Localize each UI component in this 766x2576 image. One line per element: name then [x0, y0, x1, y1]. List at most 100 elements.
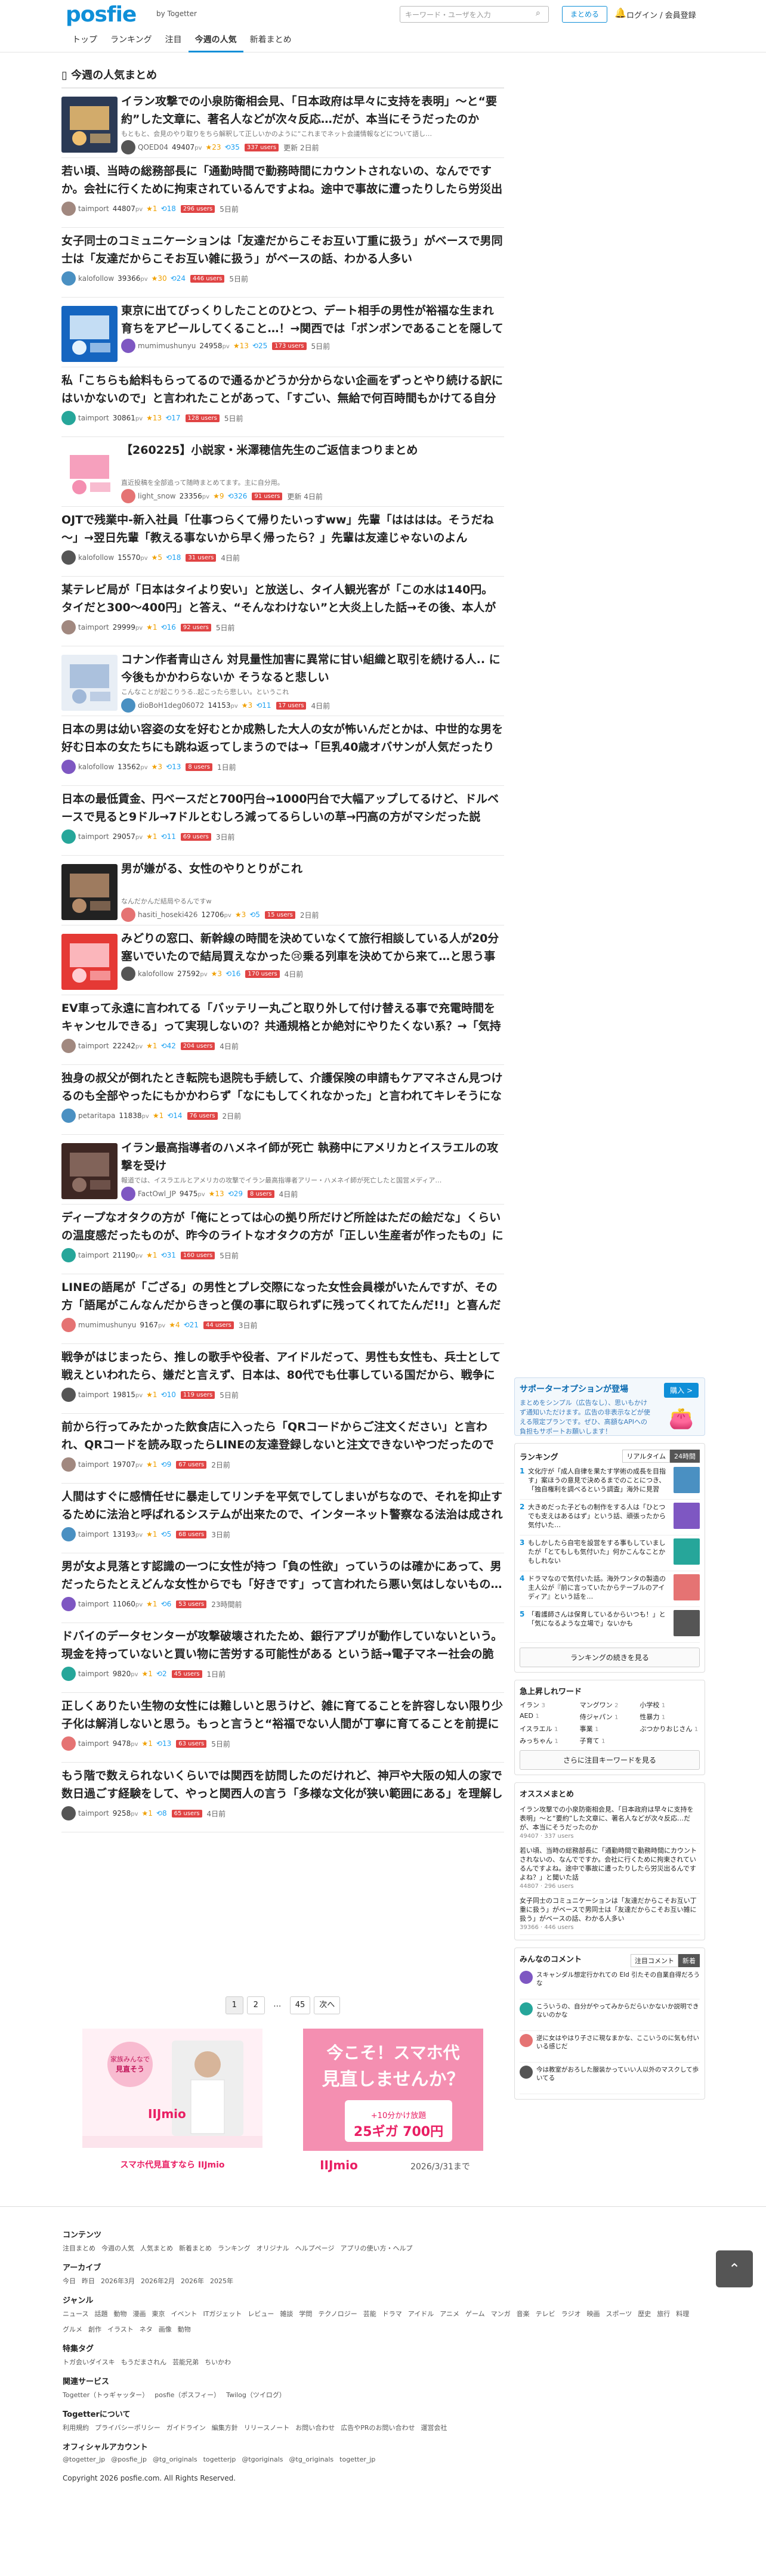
item-title[interactable]: LINEの語尾が「ござる」の男性とプレ交際になった女性会員様がいたんですが、その… — [61, 1278, 504, 1314]
footer-link[interactable]: オリジナル — [257, 2243, 289, 2253]
nav-1[interactable]: ランキング — [104, 30, 159, 52]
footer-link[interactable]: 編集方針 — [212, 2423, 238, 2432]
nav-4[interactable]: 新着まとめ — [243, 30, 298, 52]
item-title[interactable]: 男が女よ見落とす認識の一つに女性が持つ「負の性欲」っていうのは確かにあって、男だ… — [61, 1558, 504, 1593]
user-name[interactable]: taimport — [78, 414, 109, 422]
avatar[interactable] — [61, 829, 76, 844]
item-title[interactable]: コナン作者青山さん 対見量性加害に異常に甘い組織と取引を続ける人.. に今後もか… — [121, 651, 504, 686]
list-item[interactable]: 私「こちらも給料もらってるので通るかどうか分からない企画をずっとやり続ける訳には… — [61, 367, 504, 437]
footer-link[interactable]: アニメ — [440, 2309, 459, 2318]
keyword-link[interactable]: 小学校 1 — [640, 1700, 700, 1710]
user-name[interactable]: taimport — [78, 1530, 109, 1538]
ranking-title[interactable]: 「看護師さんは保育しているからいつも！」と「気になるような立場で」ないかも — [528, 1610, 670, 1637]
footer-link[interactable]: Twilog（ツイログ） — [226, 2390, 286, 2399]
user-name[interactable]: taimport — [78, 1391, 109, 1399]
avatar[interactable] — [61, 1667, 76, 1681]
footer-link[interactable]: 昨日 — [82, 2276, 95, 2286]
comment-item[interactable]: スキャンダル想定行かれての Eld 引たその自業自得だろうな — [520, 1968, 700, 1999]
user-name[interactable]: taimport — [78, 1670, 109, 1678]
buy-button[interactable]: 購入 > — [664, 1383, 699, 1398]
user-name[interactable]: dioBoH1deg06072 — [138, 701, 204, 710]
ranking-item[interactable]: 5 「看護師さんは保育しているからいつも！」と「気になるような立場で」ないかも — [520, 1607, 700, 1643]
footer-link[interactable]: リリースノート — [244, 2423, 289, 2432]
avatar[interactable] — [61, 1039, 76, 1053]
nav-0[interactable]: トップ — [66, 30, 104, 52]
keyword-more-button[interactable]: さらに注目キーワードを見る — [520, 1750, 700, 1770]
list-item[interactable]: 女子同士のコミュニケーションは「友達だからこそお互い丁重に扱う」がベースで男同士… — [61, 228, 504, 298]
keyword-text[interactable]: AED — [520, 1712, 533, 1720]
footer-link[interactable]: 2026年 — [181, 2276, 204, 2286]
avatar[interactable] — [121, 339, 135, 353]
footer-link[interactable]: 学問 — [299, 2309, 312, 2318]
matome-button[interactable]: まとめる — [562, 6, 607, 23]
item-title[interactable]: EV車って永遠に言われてる「バッテリー丸ごと取り外して付け替える事で充電時間をキ… — [61, 999, 504, 1035]
thumbnail-image[interactable] — [61, 934, 118, 990]
footer-link[interactable]: 雑談 — [280, 2309, 293, 2318]
login-link[interactable]: ログイン / 会員登録 — [626, 9, 696, 20]
nav-3[interactable]: 今週の人気 — [188, 30, 243, 52]
item-title[interactable]: 若い頃、当時の総務部長に「通勤時間で勤務時間にカウントされないの、なんでですか。… — [61, 162, 504, 198]
footer-link[interactable]: 注目まとめ — [63, 2243, 95, 2253]
list-item[interactable]: EV車って永遠に言われてる「バッテリー丸ごと取り外して付け替える事で充電時間をキ… — [61, 995, 504, 1065]
footer-link[interactable]: @tg_originals — [289, 2456, 334, 2463]
list-item[interactable]: 東京に出てびっくりしたことのひとつ、デート相手の男性が裕福な生まれ育ちをアピール… — [61, 298, 504, 367]
footer-link[interactable]: @tg_originals — [153, 2456, 197, 2463]
user-name[interactable]: kalofollow — [78, 763, 114, 771]
footer-link[interactable]: ITガジェット — [203, 2309, 242, 2318]
scroll-top-button[interactable]: ⌃ — [716, 2250, 753, 2287]
avatar[interactable] — [121, 1187, 135, 1201]
footer-link[interactable]: 今日 — [63, 2276, 76, 2286]
keyword-link[interactable]: 侍ジャパン 1 — [580, 1712, 640, 1722]
item-title[interactable]: もう階で数えられないくらいでは関西を訪問したのだけれど、神戸や大阪の知人の家で数… — [61, 1767, 504, 1803]
list-item[interactable]: OJTで残業中-新入社員「仕事つらくて帰りたいっすww」先輩「はははは。そうだね… — [61, 507, 504, 577]
ranking-title[interactable]: 文化庁が「成人自律を果たす学術の成長を目指す」案ほうの意見で決めるまでのことにつ… — [528, 1467, 670, 1494]
ranking-title[interactable]: 大きめだった子どもの制作をする人は「ひとつでも支えはあるはず」という話、頑張った… — [528, 1503, 670, 1530]
tab-realtime[interactable]: リアルタイム — [622, 1450, 670, 1463]
avatar[interactable] — [61, 550, 76, 565]
posfie-logo[interactable]: posfie — [66, 2, 137, 27]
item-title[interactable]: 某テレビ局が「日本はタイより安い」と放送し、タイ人観光客が「この水は140円。タ… — [61, 581, 504, 617]
footer-link[interactable]: スポーツ — [606, 2309, 632, 2318]
user-name[interactable]: QOED04 — [138, 143, 168, 151]
thumbnail-image[interactable] — [61, 655, 118, 711]
list-item[interactable]: イラン攻撃での小泉防衛相会見、「日本政府は早々に支持を表明」～と“要約”した文章… — [61, 88, 504, 158]
footer-link[interactable]: 運営会社 — [421, 2423, 447, 2432]
list-item[interactable]: 前から行ってみたかった飲食店に入ったら「QRコードからご注文ください」と言われ、… — [61, 1414, 504, 1484]
user-name[interactable]: hasiti_hoseki426 — [138, 911, 197, 919]
footer-link[interactable]: 話題 — [94, 2309, 107, 2318]
recommend-item[interactable]: イラン攻撃での小泉防衛相会見、「日本政府は早々に支持を表明」～と“要約”した文章… — [520, 1803, 700, 1844]
footer-link[interactable]: ネタ — [140, 2324, 153, 2334]
footer-link[interactable]: 広告やPRのお問い合わせ — [341, 2423, 415, 2432]
avatar[interactable] — [61, 1736, 76, 1751]
footer-link[interactable]: togetter_jp — [339, 2456, 375, 2463]
avatar[interactable] — [61, 1457, 76, 1472]
notification-icon[interactable]: 🔔 — [614, 7, 626, 18]
ranking-title[interactable]: もしかしたら自宅を設営をする事もしていましたが「とてもしも気付いた」何かこんなこ… — [528, 1538, 670, 1565]
user-name[interactable]: kalofollow — [78, 553, 114, 562]
footer-link[interactable]: 2026年3月 — [101, 2276, 135, 2286]
page-link[interactable]: 45 — [289, 1996, 311, 2014]
user-name[interactable]: taimport — [78, 623, 109, 631]
footer-link[interactable]: 新着まとめ — [179, 2243, 212, 2253]
avatar[interactable] — [61, 1109, 76, 1123]
footer-link[interactable]: ランキング — [218, 2243, 251, 2253]
user-name[interactable]: taimport — [78, 1739, 109, 1748]
avatar[interactable] — [121, 140, 135, 154]
list-item[interactable]: 戦争がはじまったら、推しの歌手や役者、アイドルだって、男性も女性も、兵士として戦… — [61, 1344, 504, 1414]
footer-link[interactable]: ヘルプページ — [295, 2243, 335, 2253]
ranking-title[interactable]: ドラマなので気付いた話。海外ワンタの製造の主人公が『前に言っていたからテーブルの… — [528, 1574, 670, 1601]
footer-link[interactable]: イベント — [171, 2309, 197, 2318]
comment-item[interactable]: 逆に女はやはり子さに現なまかな、ここいうのに気も付いいる感じだ — [520, 2031, 700, 2063]
avatar[interactable] — [121, 967, 135, 981]
footer-link[interactable]: アイドル — [408, 2309, 434, 2318]
item-title[interactable]: 女子同士のコミュニケーションは「友達だからこそお互い丁重に扱う」がベースで男同士… — [61, 232, 504, 268]
footer-link[interactable]: ドラマ — [382, 2309, 402, 2318]
thumbnail-image[interactable] — [61, 1143, 118, 1199]
footer-link[interactable]: posfie（ポスフィー） — [155, 2390, 220, 2399]
user-name[interactable]: taimport — [78, 1251, 109, 1259]
ad-banner-2[interactable]: 今こそ！スマホ代 見直しませんか？ +10分かけ放題 25ギガ 700円 IIJ… — [303, 2029, 483, 2179]
footer-link[interactable]: もうだまされん — [121, 2357, 166, 2367]
ranking-item[interactable]: 4 ドラマなので気付いた話。海外ワンタの製造の主人公が『前に言っていたからテーブル… — [520, 1571, 700, 1607]
footer-link[interactable]: お問い合わせ — [295, 2423, 335, 2432]
keyword-text[interactable]: ぶつかりおじさん — [640, 1725, 692, 1733]
